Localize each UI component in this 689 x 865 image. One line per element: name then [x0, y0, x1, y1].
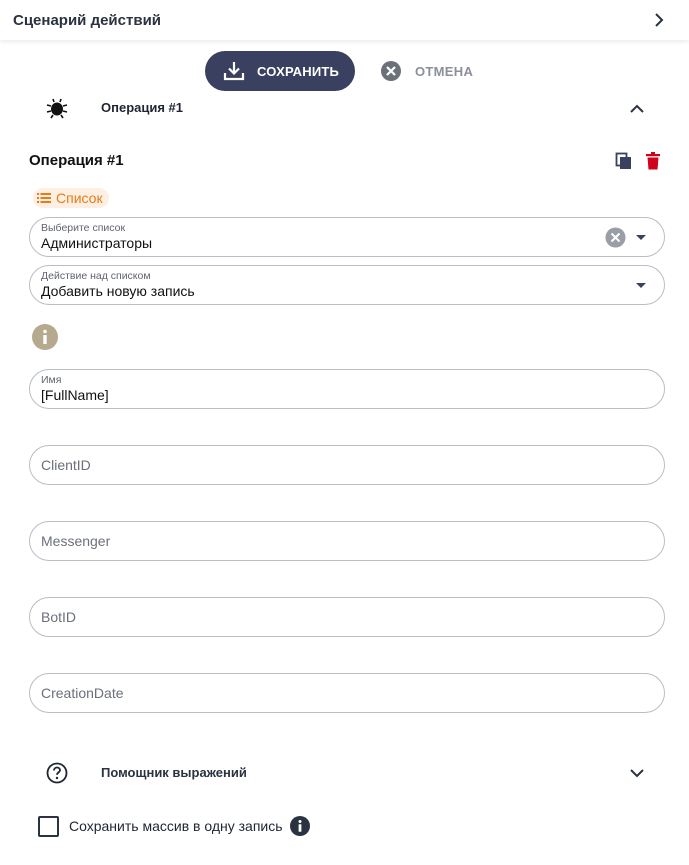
bug-icon [46, 98, 68, 119]
list-action-value: Добавить новую запись [41, 283, 195, 299]
download-icon [223, 62, 245, 81]
save-array-label: Сохранить массив в одну запись [69, 818, 283, 834]
info-icon[interactable] [289, 815, 311, 837]
list-select-value: Администраторы [41, 235, 153, 251]
panel-title: Сценарий действий [13, 11, 162, 29]
help-circle-icon [46, 762, 68, 784]
panel-header: Сценарий действий [0, 0, 689, 40]
name-field-value: [FullName] [41, 387, 109, 403]
bot-id-field[interactable]: BotID [29, 597, 665, 637]
info-icon[interactable] [31, 323, 59, 351]
list-action-label: Действие над списком [41, 270, 151, 282]
copy-icon[interactable] [615, 152, 633, 170]
badge-label: Список [56, 190, 103, 206]
save-array-option: Сохранить массив в одну запись [38, 814, 311, 838]
bot-id-placeholder: BotID [41, 609, 77, 625]
operation-accordion-header[interactable]: Операция #1 [0, 92, 689, 124]
chevron-right-icon[interactable] [649, 10, 669, 30]
cancel-button[interactable]: ОТМЕНА [380, 58, 473, 84]
chevron-down-icon[interactable] [627, 763, 647, 783]
creation-date-placeholder: CreationDate [41, 685, 124, 701]
client-id-placeholder: ClientID [41, 457, 91, 473]
list-select[interactable]: Выберите список Администраторы [29, 217, 665, 257]
name-field-label: Имя [41, 374, 62, 386]
save-button[interactable]: СОХРАНИТЬ [205, 51, 355, 91]
list-type-badge: Список [33, 188, 109, 208]
delete-icon[interactable] [645, 152, 661, 170]
client-id-field[interactable]: ClientID [29, 445, 665, 485]
save-button-label: СОХРАНИТЬ [257, 63, 340, 79]
messenger-placeholder: Messenger [41, 533, 111, 549]
operation-title: Операция #1 [29, 152, 124, 169]
dropdown-arrow-icon[interactable] [634, 232, 648, 242]
cancel-button-label: ОТМЕНА [415, 63, 474, 79]
list-icon [37, 193, 51, 203]
dropdown-arrow-icon[interactable] [634, 280, 648, 290]
expression-helper-accordion[interactable]: Помощник выражений [0, 758, 689, 788]
chevron-up-icon[interactable] [627, 99, 647, 119]
close-circle-icon [381, 61, 401, 81]
messenger-field[interactable]: Messenger [29, 521, 665, 561]
clear-icon[interactable] [605, 227, 626, 248]
operation-row-label: Операция #1 [101, 100, 184, 115]
list-select-label: Выберите список [41, 222, 126, 234]
name-field[interactable]: Имя [FullName] [29, 369, 665, 409]
creation-date-field[interactable]: CreationDate [29, 673, 665, 713]
save-array-checkbox[interactable] [38, 815, 59, 837]
expression-helper-label: Помощник выражений [101, 765, 247, 780]
list-action-select[interactable]: Действие над списком Добавить новую запи… [29, 265, 665, 305]
